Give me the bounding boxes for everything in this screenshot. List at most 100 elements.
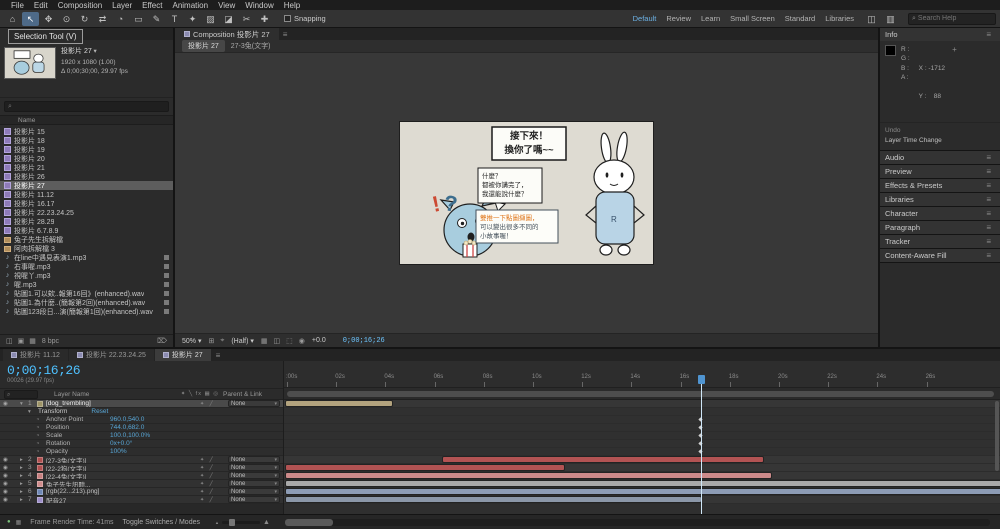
track-row[interactable] [284,496,1000,504]
layer-duration-bar[interactable] [286,489,1000,494]
parent-link-column[interactable]: Parent & Link [223,391,279,398]
project-item[interactable]: ♪ 喔.mp3 [0,280,173,289]
panel-character[interactable]: Character ≡ [880,207,1000,221]
stopwatch-icon[interactable]: ◔ [36,425,44,431]
grid-guides-icon[interactable]: ⊞ [208,337,214,345]
panel-paragraph[interactable]: Paragraph ≡ [880,221,1000,235]
layer-name[interactable]: [dog_trembling] [46,400,200,407]
menu-edit[interactable]: Edit [29,1,53,10]
layer-color-swatch[interactable] [37,464,43,471]
ruler-icon[interactable]: ⌖ [220,337,224,345]
track-row[interactable] [284,448,1000,456]
selection-tool[interactable]: ↖ [22,11,39,26]
stopwatch-icon[interactable]: ◔ [36,441,44,447]
project-item[interactable]: 投影片 19 [0,145,173,154]
layer-row[interactable]: ◉ ▸ 2 [27-3兔(文字)] ✦ ╱ None ▾ [0,456,283,464]
grid-options-icon[interactable]: ▥ [882,12,899,26]
checkbox-icon[interactable] [284,15,291,22]
puppet-pin-tool[interactable]: ✚ [256,12,273,26]
layer-name[interactable]: [22-4兔(文字)] [46,472,200,480]
track-row[interactable] [284,416,1000,424]
eye-icon[interactable]: ◉ [0,489,20,495]
layer-row[interactable]: ◉ ▸ 3 [22-2狗(文字)] ✦ ╱ None ▾ [0,464,283,472]
breadcrumb-comp[interactable]: 投影片 27 [182,40,225,52]
layer-name-column[interactable]: Layer Name [54,391,89,398]
trash-icon[interactable]: ⌦ [157,337,167,345]
tab-composition[interactable]: Composition 投影片 27 [175,28,279,40]
stopwatch-icon[interactable]: ◔ [36,449,44,455]
playhead[interactable] [698,375,705,514]
layer-name[interactable]: 配音27 [46,496,200,504]
layer-duration-bar[interactable] [286,497,701,502]
menu-view[interactable]: View [213,1,240,10]
panel-menu-icon[interactable]: ≡ [212,351,225,360]
target-region-icon[interactable]: ▦ [261,337,268,345]
toggle-switches-button[interactable]: Toggle Switches / Modes [123,519,200,526]
project-search[interactable]: ⌕ [4,101,169,112]
roto-brush-tool[interactable]: ✂ [238,12,255,26]
project-item[interactable]: ♪ 貼圖1.為什麼..(簡報第2回)(enhanced).wav [0,298,173,307]
region-of-interest-icon[interactable]: ◫ [274,337,281,345]
expander-icon[interactable]: ▾ [28,409,36,415]
property-row[interactable]: ◔ Opacity 100% [0,448,283,456]
track-row[interactable] [284,480,1000,488]
search-input[interactable] [917,15,992,22]
mask-mode-icon[interactable]: ◫ [863,12,880,26]
panel-menu-icon[interactable]: ≡ [982,153,995,162]
layer-duration-bar[interactable] [286,465,564,470]
layer-name[interactable]: 兔子先生訊聽... [46,480,200,488]
resolution-select[interactable]: (Half) ▾ [231,337,254,345]
project-item[interactable]: ♪ 右事喔.mp3 [0,262,173,271]
layer-color-swatch[interactable] [37,472,43,479]
track-row[interactable] [284,432,1000,440]
layer-color-swatch[interactable] [37,488,43,495]
breadcrumb-layer[interactable]: 27-3兔(文字) [231,41,271,51]
track-row[interactable] [284,464,1000,472]
timeline-zoom-control[interactable]: ▲ ▲ [215,518,270,526]
layer-name[interactable]: [22-2狗(文字)] [46,464,200,472]
eye-icon[interactable]: ◉ [0,473,20,479]
parent-link-dropdown[interactable]: None ▾ [228,472,280,479]
panel-audio[interactable]: Audio ≡ [880,151,1000,165]
viewer-timecode[interactable]: 0;00;16;26 [343,337,385,345]
zoom-in-icon[interactable]: ▲ [263,519,270,526]
eye-icon[interactable]: ◉ [0,465,20,471]
workspace-small-screen[interactable]: Small Screen [730,14,775,23]
property-row[interactable]: ◔ Rotation 0x+0.0° [0,440,283,448]
layer-switches[interactable]: ✦ ╱ [200,489,228,495]
rotation-tool[interactable]: ◔ [112,12,129,26]
panel-menu-icon[interactable]: ≡ [982,223,995,232]
project-item[interactable]: 投影片 18 [0,136,173,145]
menu-window[interactable]: Window [240,1,278,10]
parent-link-dropdown[interactable]: None ▾ [228,456,280,463]
reset-link[interactable]: Reset [91,408,108,415]
eraser-tool[interactable]: ◪ [220,12,237,26]
project-item[interactable]: 投影片 27 [0,181,173,190]
parent-link-dropdown[interactable]: None ▾ [228,464,280,471]
property-row[interactable]: ◔ Anchor Point 960.0,540.0 [0,416,283,424]
expander-icon[interactable]: ▸ [20,481,28,487]
interpret-footage-icon[interactable]: ◫ [6,337,13,345]
expander-icon[interactable]: ▸ [20,457,28,463]
project-item[interactable]: 投影片 26 [0,172,173,181]
layer-name[interactable]: [27-3兔(文字)] [46,456,200,464]
layer-color-swatch[interactable] [37,496,43,503]
menu-animation[interactable]: Animation [167,1,213,10]
new-folder-icon[interactable]: ▣ [18,337,25,345]
property-value[interactable]: 744.0,682.0 [110,424,144,431]
layer-row[interactable]: ◉ ▸ 6 [rgb(22...213).png] ✦ ╱ None ▾ [0,488,283,496]
panel-menu-icon[interactable]: ≡ [982,237,995,246]
clone-stamp-tool[interactable]: ▨ [202,12,219,26]
project-item[interactable]: 投影片 16.17 [0,199,173,208]
bit-depth-button[interactable]: 8 bpc [42,338,59,345]
property-row[interactable]: ◔ Position 744.0,682.0 [0,424,283,432]
parent-link-dropdown[interactable]: None ▾ [228,496,280,503]
timeline-tab[interactable]: 投影片 27 [154,349,211,361]
zoom-out-icon[interactable]: ▲ [215,520,219,525]
layer-row[interactable]: ◉ ▸ 4 [22-4兔(文字)] ✦ ╱ None ▾ [0,472,283,480]
project-item[interactable]: ♪ 視喔丫.mp3 [0,271,173,280]
track-row[interactable] [284,400,1000,408]
timeline-tab[interactable]: 投影片 11.12 [3,349,68,361]
track-row[interactable] [284,472,1000,480]
panel-libraries[interactable]: Libraries ≡ [880,193,1000,207]
